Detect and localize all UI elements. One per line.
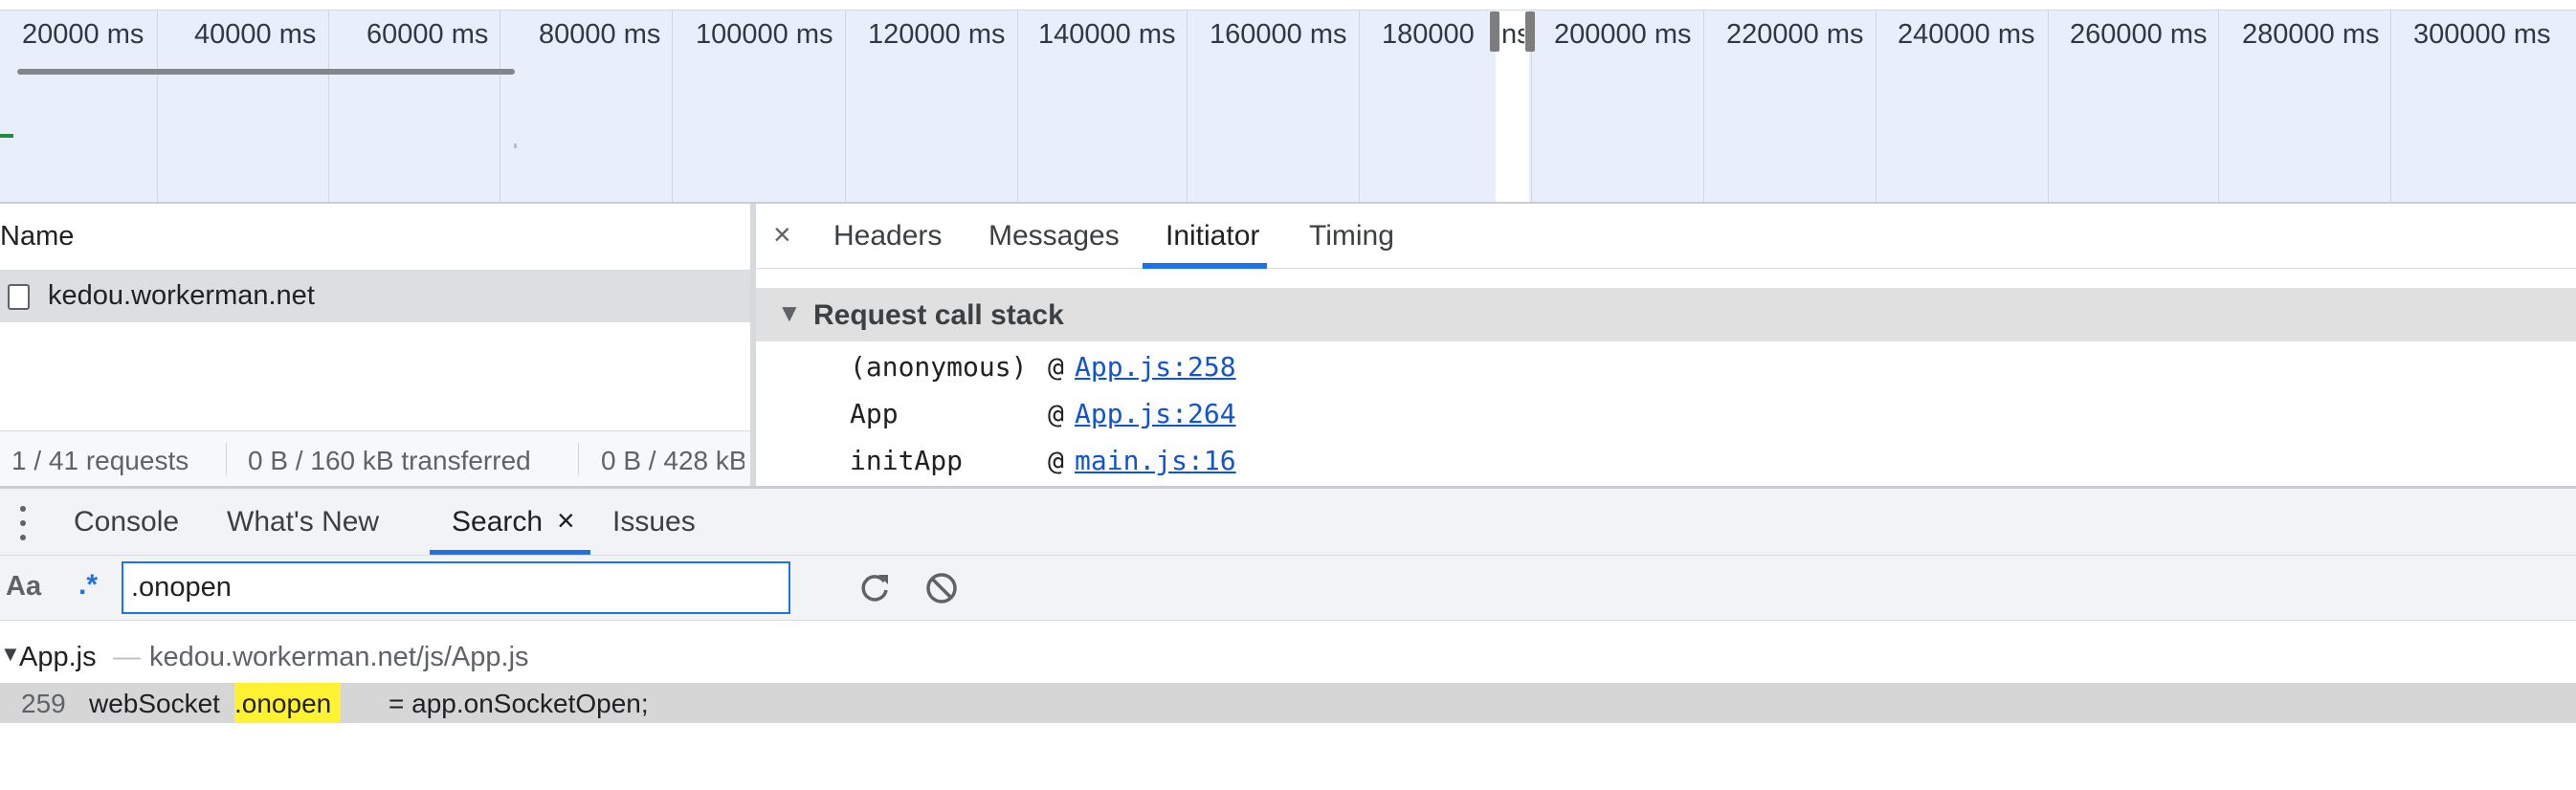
tab-issues[interactable]: Issues <box>612 506 696 538</box>
search-result-row[interactable]: 259 webSocket .onopen = app.onSocketOpen… <box>0 683 2576 723</box>
tick-label: 60000 ms <box>366 19 489 50</box>
more-vertical-icon[interactable] <box>17 504 29 542</box>
tick-label: 280000 ms <box>2242 19 2380 50</box>
stack-frame-function: App <box>850 398 899 429</box>
triangle-down-icon: ▼ <box>777 298 802 327</box>
tick-label: 220000 ms <box>1726 19 1864 50</box>
regex-toggle[interactable]: .* <box>78 569 98 602</box>
stack-frame-link[interactable]: App.js:258 <box>1075 351 1236 383</box>
result-line-number: 259 <box>21 689 66 718</box>
menu-dot <box>20 520 26 526</box>
menu-dot <box>20 535 26 540</box>
resources-size: 0 B / 428 kB resources <box>601 446 744 475</box>
result-file-name[interactable]: App.js <box>19 642 97 673</box>
stack-frame-at: @ <box>1048 398 1064 429</box>
close-icon[interactable]: × <box>773 217 791 252</box>
overview-activity-bar <box>17 69 515 75</box>
stack-frame-link[interactable]: App.js:264 <box>1075 398 1236 429</box>
transferred-size: 0 B / 160 kB transferred <box>248 446 531 475</box>
tick-label: 140000 ms <box>1038 19 1176 50</box>
match-case-toggle[interactable]: Aa <box>6 571 41 603</box>
search-toolbar: Aa .* <box>0 556 2576 621</box>
tick-label: 20000 ms <box>22 19 144 50</box>
tab-timing[interactable]: Timing <box>1309 220 1394 252</box>
selection-right-handle[interactable] <box>1525 11 1535 52</box>
network-overview[interactable]: 20000 ms 40000 ms 60000 ms 80000 ms 1000… <box>0 0 2576 204</box>
selection-window-label: ns <box>1501 19 1524 50</box>
summary-divider <box>578 443 579 475</box>
tick-label: 240000 ms <box>1898 19 2035 50</box>
summary-divider <box>226 443 227 475</box>
stack-frame-link[interactable]: main.js:16 <box>1075 445 1236 476</box>
name-column-label: Name <box>0 221 75 252</box>
result-separator: — <box>113 642 141 672</box>
clear-icon[interactable] <box>922 569 961 607</box>
callstack-title: Request call stack <box>813 299 1064 331</box>
tab-whats-new[interactable]: What's New <box>227 506 379 538</box>
tab-messages[interactable]: Messages <box>988 220 1120 252</box>
name-column-header[interactable]: Name <box>0 204 750 271</box>
request-count: 1 / 41 requests <box>11 446 189 475</box>
stack-frame-at: @ <box>1048 445 1064 476</box>
close-icon[interactable]: × <box>557 503 575 538</box>
details-tab-bar: × Headers Messages Initiator Timing <box>756 204 2576 269</box>
refresh-icon[interactable] <box>855 569 894 607</box>
tick-gridline <box>672 11 673 202</box>
stack-frame-at: @ <box>1048 351 1064 383</box>
menu-dot <box>20 506 26 512</box>
active-tab-indicator <box>430 550 590 555</box>
tab-search[interactable]: Search <box>452 506 543 538</box>
tick-gridline <box>1017 11 1018 202</box>
tick-gridline <box>2218 11 2219 202</box>
tick-gridline <box>157 11 158 202</box>
request-row[interactable]: kedou.workerman.net <box>0 271 750 322</box>
search-results: ▼ App.js — kedou.workerman.net/js/App.js… <box>0 621 2576 790</box>
selection-left-handle[interactable] <box>1490 11 1499 52</box>
request-details-panel: × Headers Messages Initiator Timing ▼ Re… <box>756 204 2576 486</box>
tick-gridline <box>328 11 329 202</box>
summary-bar: 1 / 41 requests 0 B / 160 kB transferred… <box>0 430 750 486</box>
request-list-panel: Name kedou.workerman.net 1 / 41 requests… <box>0 204 750 486</box>
tick-label: 300000 ms <box>2413 19 2551 50</box>
tick-gridline <box>1703 11 1704 202</box>
stack-frame-function: (anonymous) <box>850 351 1028 383</box>
result-text-before: webSocket <box>89 689 220 718</box>
drawer-tab-bar: Console What's New Search × Issues <box>0 489 2576 556</box>
active-tab-indicator <box>1143 263 1267 269</box>
request-name: kedou.workerman.net <box>48 280 315 311</box>
tick-gridline <box>845 11 846 202</box>
tick-label: 120000 ms <box>868 19 1006 50</box>
search-input[interactable] <box>122 561 790 614</box>
overview-request-mark <box>0 134 13 138</box>
tab-console[interactable]: Console <box>74 506 179 538</box>
tick-gridline <box>2048 11 2049 202</box>
tick-label: 80000 ms <box>539 19 661 50</box>
tick-label: 260000 ms <box>2070 19 2208 50</box>
callstack-section-header[interactable]: ▼ Request call stack <box>756 288 2576 341</box>
tick-label: 200000 ms <box>1554 19 1692 50</box>
tick-gridline <box>1187 11 1188 202</box>
tick-gridline <box>1359 11 1360 202</box>
result-file-path: kedou.workerman.net/js/App.js <box>149 642 529 672</box>
tick-label: 100000 ms <box>696 19 833 50</box>
tick-gridline <box>2390 11 2391 202</box>
result-match-highlight: .onopen <box>234 683 341 723</box>
tab-initiator[interactable]: Initiator <box>1166 220 1259 252</box>
tab-headers[interactable]: Headers <box>833 220 942 252</box>
overview-activity-mark <box>514 143 517 148</box>
document-icon <box>8 284 30 310</box>
tick-label: 40000 ms <box>194 19 317 50</box>
result-text-after: = app.onSocketOpen; <box>389 689 649 718</box>
tick-label: 180000 <box>1382 19 1475 50</box>
tick-label: 160000 ms <box>1210 19 1347 50</box>
stack-frame-function: initApp <box>850 445 964 476</box>
triangle-down-icon[interactable]: ▼ <box>0 642 21 667</box>
